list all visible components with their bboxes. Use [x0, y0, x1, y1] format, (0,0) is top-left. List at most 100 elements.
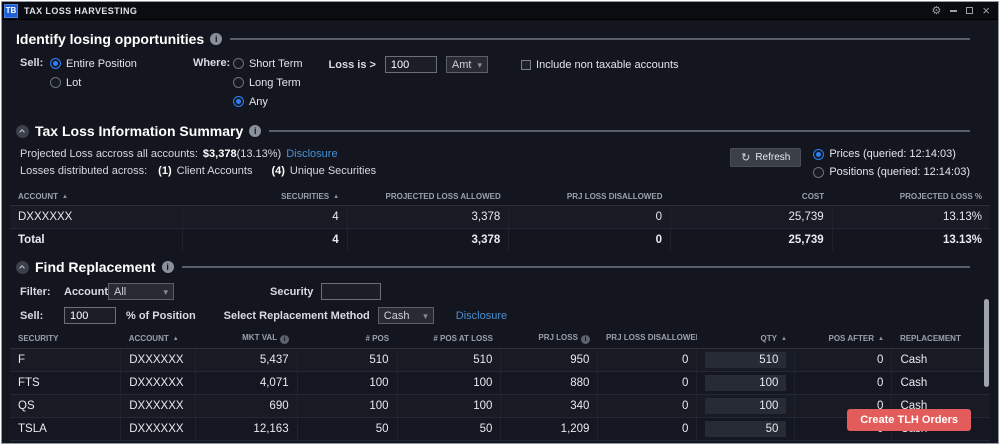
tax-loss-harvesting-window: TB TAX LOSS HARVESTING Identify losing o… — [1, 1, 999, 444]
replacement-method-select[interactable]: Cash — [378, 307, 434, 324]
column-header-account[interactable]: ACCOUNT — [121, 330, 195, 349]
radio-entire-position[interactable]: Entire Position — [50, 54, 137, 73]
table-row[interactable]: F DXXXXXX 5,437 510 510 950 0 510 0 Cash — [10, 349, 990, 372]
qty-input[interactable]: 100 — [705, 398, 786, 414]
where-radio-group: Short Term Long Term Any — [233, 54, 303, 111]
refresh-button[interactable]: Refresh — [730, 148, 801, 167]
column-header-prj-loss-disallowed[interactable]: PRJ LOSS DISALLOWED — [598, 330, 697, 349]
prj-loss-cell: 950 — [501, 349, 598, 372]
radio-short-term[interactable]: Short Term — [233, 54, 303, 73]
total-loss-allowed-cell: 3,378 — [347, 229, 509, 252]
collapse-chevron-icon[interactable] — [16, 261, 29, 274]
table-row[interactable]: FTS DXXXXXX 4,071 100 100 880 0 100 0 Ca… — [10, 372, 990, 395]
table-row[interactable]: DXXXXXX 4 3,378 0 25,739 13.13% — [10, 206, 990, 229]
security-label: Security — [270, 286, 313, 298]
collapse-chevron-icon[interactable] — [16, 125, 29, 138]
pos-after-cell: 0 — [795, 372, 892, 395]
refresh-label: Refresh — [755, 152, 790, 163]
sort-asc-icon — [777, 334, 787, 343]
column-header-num-pos[interactable]: # POS — [297, 330, 397, 349]
disclosure-link[interactable]: Disclosure — [456, 310, 507, 322]
radio-lot[interactable]: Lot — [50, 73, 137, 92]
radio-unselected-icon — [813, 167, 824, 178]
table-row[interactable]: TSLA DXXXXXX 12,163 50 50 1,209 0 50 0 C… — [10, 418, 990, 441]
accounts-filter-select[interactable]: All — [108, 283, 174, 300]
qty-cell: 510 — [697, 349, 795, 372]
column-header-prj-loss-disallowed[interactable]: PRJ LOSS DISALLOWED — [509, 189, 671, 206]
num-pos-cell: 50 — [297, 418, 397, 441]
pos-at-loss-cell: 100 — [397, 372, 501, 395]
summary-row: Projected Loss accross all accounts: $3,… — [20, 145, 970, 181]
qty-input[interactable]: 510 — [705, 352, 786, 368]
column-header-replacement[interactable]: REPLACEMENT — [892, 330, 990, 349]
window-controls — [932, 6, 998, 16]
column-header-num-pos-at-loss[interactable]: # POS AT LOSS — [397, 330, 501, 349]
loss-allowed-cell: 3,378 — [347, 206, 509, 229]
column-header-security[interactable]: SECURITY — [10, 330, 121, 349]
sort-asc-icon — [169, 334, 179, 343]
radio-prices[interactable]: Prices (queried: 12:14:03) — [813, 145, 970, 163]
minimize-icon[interactable] — [950, 10, 957, 12]
filter-label: Filter: — [20, 286, 64, 298]
prj-loss-disallowed-cell: 0 — [598, 372, 697, 395]
checkbox-icon — [521, 60, 531, 70]
settings-gear-icon[interactable] — [932, 6, 942, 16]
total-loss-pct-cell: 13.13% — [832, 229, 990, 252]
sell-label: Sell: — [20, 54, 50, 69]
projected-loss-value: $3,378 — [203, 148, 237, 160]
mkt-val-cell: 4,071 — [195, 372, 297, 395]
loss-unit-select[interactable]: Amt — [446, 56, 488, 73]
summary-table-header-row: ACCOUNT SECURITIES PROJECTED LOSS ALLOWE… — [10, 189, 990, 206]
sort-asc-icon — [329, 192, 339, 201]
column-header-qty[interactable]: QTY — [697, 330, 795, 349]
radio-long-term[interactable]: Long Term — [233, 73, 303, 92]
loss-pct-cell: 13.13% — [832, 206, 990, 229]
where-label: Where: — [193, 54, 233, 69]
qty-input[interactable]: 50 — [705, 421, 786, 437]
total-label-cell: Total — [10, 229, 182, 252]
loss-threshold-input[interactable] — [385, 56, 437, 73]
account-cell: DXXXXXX — [121, 372, 195, 395]
close-icon[interactable] — [982, 6, 990, 16]
radio-any[interactable]: Any — [233, 92, 303, 111]
column-header-pos-after[interactable]: POS AFTER — [795, 330, 892, 349]
table-row[interactable]: QS DXXXXXX 690 100 100 340 0 100 0 Cash — [10, 395, 990, 418]
create-tlh-orders-button[interactable]: Create TLH Orders — [847, 409, 971, 431]
query-mode-radio-group: Prices (queried: 12:14:03) Positions (qu… — [813, 145, 970, 181]
summary-text-block: Projected Loss accross all accounts: $3,… — [20, 145, 730, 181]
loss-unit-value: Amt — [452, 59, 472, 71]
qty-input[interactable]: 100 — [705, 375, 786, 391]
security-cell: QS — [10, 395, 121, 418]
num-pos-cell: 100 — [297, 372, 397, 395]
column-header-prj-loss[interactable]: PRJ LOSS — [501, 330, 598, 349]
radio-positions[interactable]: Positions (queried: 12:14:03) — [813, 163, 970, 181]
column-header-projected-loss-allowed[interactable]: PROJECTED LOSS ALLOWED — [347, 189, 509, 206]
info-icon — [581, 335, 590, 344]
checkbox-label: Include non taxable accounts — [536, 59, 679, 71]
sell-percent-input[interactable] — [64, 307, 116, 324]
security-filter-input[interactable] — [321, 283, 381, 300]
info-icon — [280, 335, 289, 344]
prj-loss-disallowed-cell: 0 — [598, 395, 697, 418]
summary-section: Tax Loss Information Summary Projected L… — [2, 121, 998, 251]
disclosure-link[interactable]: Disclosure — [286, 148, 337, 160]
chevron-down-icon — [477, 59, 482, 71]
maximize-icon[interactable] — [966, 7, 973, 14]
info-icon[interactable] — [249, 125, 261, 137]
app-logo: TB — [4, 4, 18, 18]
prj-loss-disallowed-cell: 0 — [598, 349, 697, 372]
vertical-scrollbar[interactable] — [984, 299, 989, 387]
security-cell: FTS — [10, 372, 121, 395]
include-non-taxable-checkbox[interactable]: Include non taxable accounts — [521, 55, 679, 74]
column-header-projected-loss-pct[interactable]: PROJECTED LOSS % — [832, 189, 990, 206]
column-header-account[interactable]: ACCOUNT — [10, 189, 182, 206]
total-securities-cell: 4 — [182, 229, 347, 252]
radio-selected-icon — [813, 149, 824, 160]
info-icon[interactable] — [162, 261, 174, 273]
replacement-cell: Cash — [892, 349, 990, 372]
column-header-securities[interactable]: SECURITIES — [182, 189, 347, 206]
info-icon[interactable] — [210, 33, 222, 45]
column-header-cost[interactable]: COST — [670, 189, 832, 206]
column-header-mkt-val[interactable]: MKT VAL — [195, 330, 297, 349]
accounts-label: Accounts — [64, 286, 108, 298]
